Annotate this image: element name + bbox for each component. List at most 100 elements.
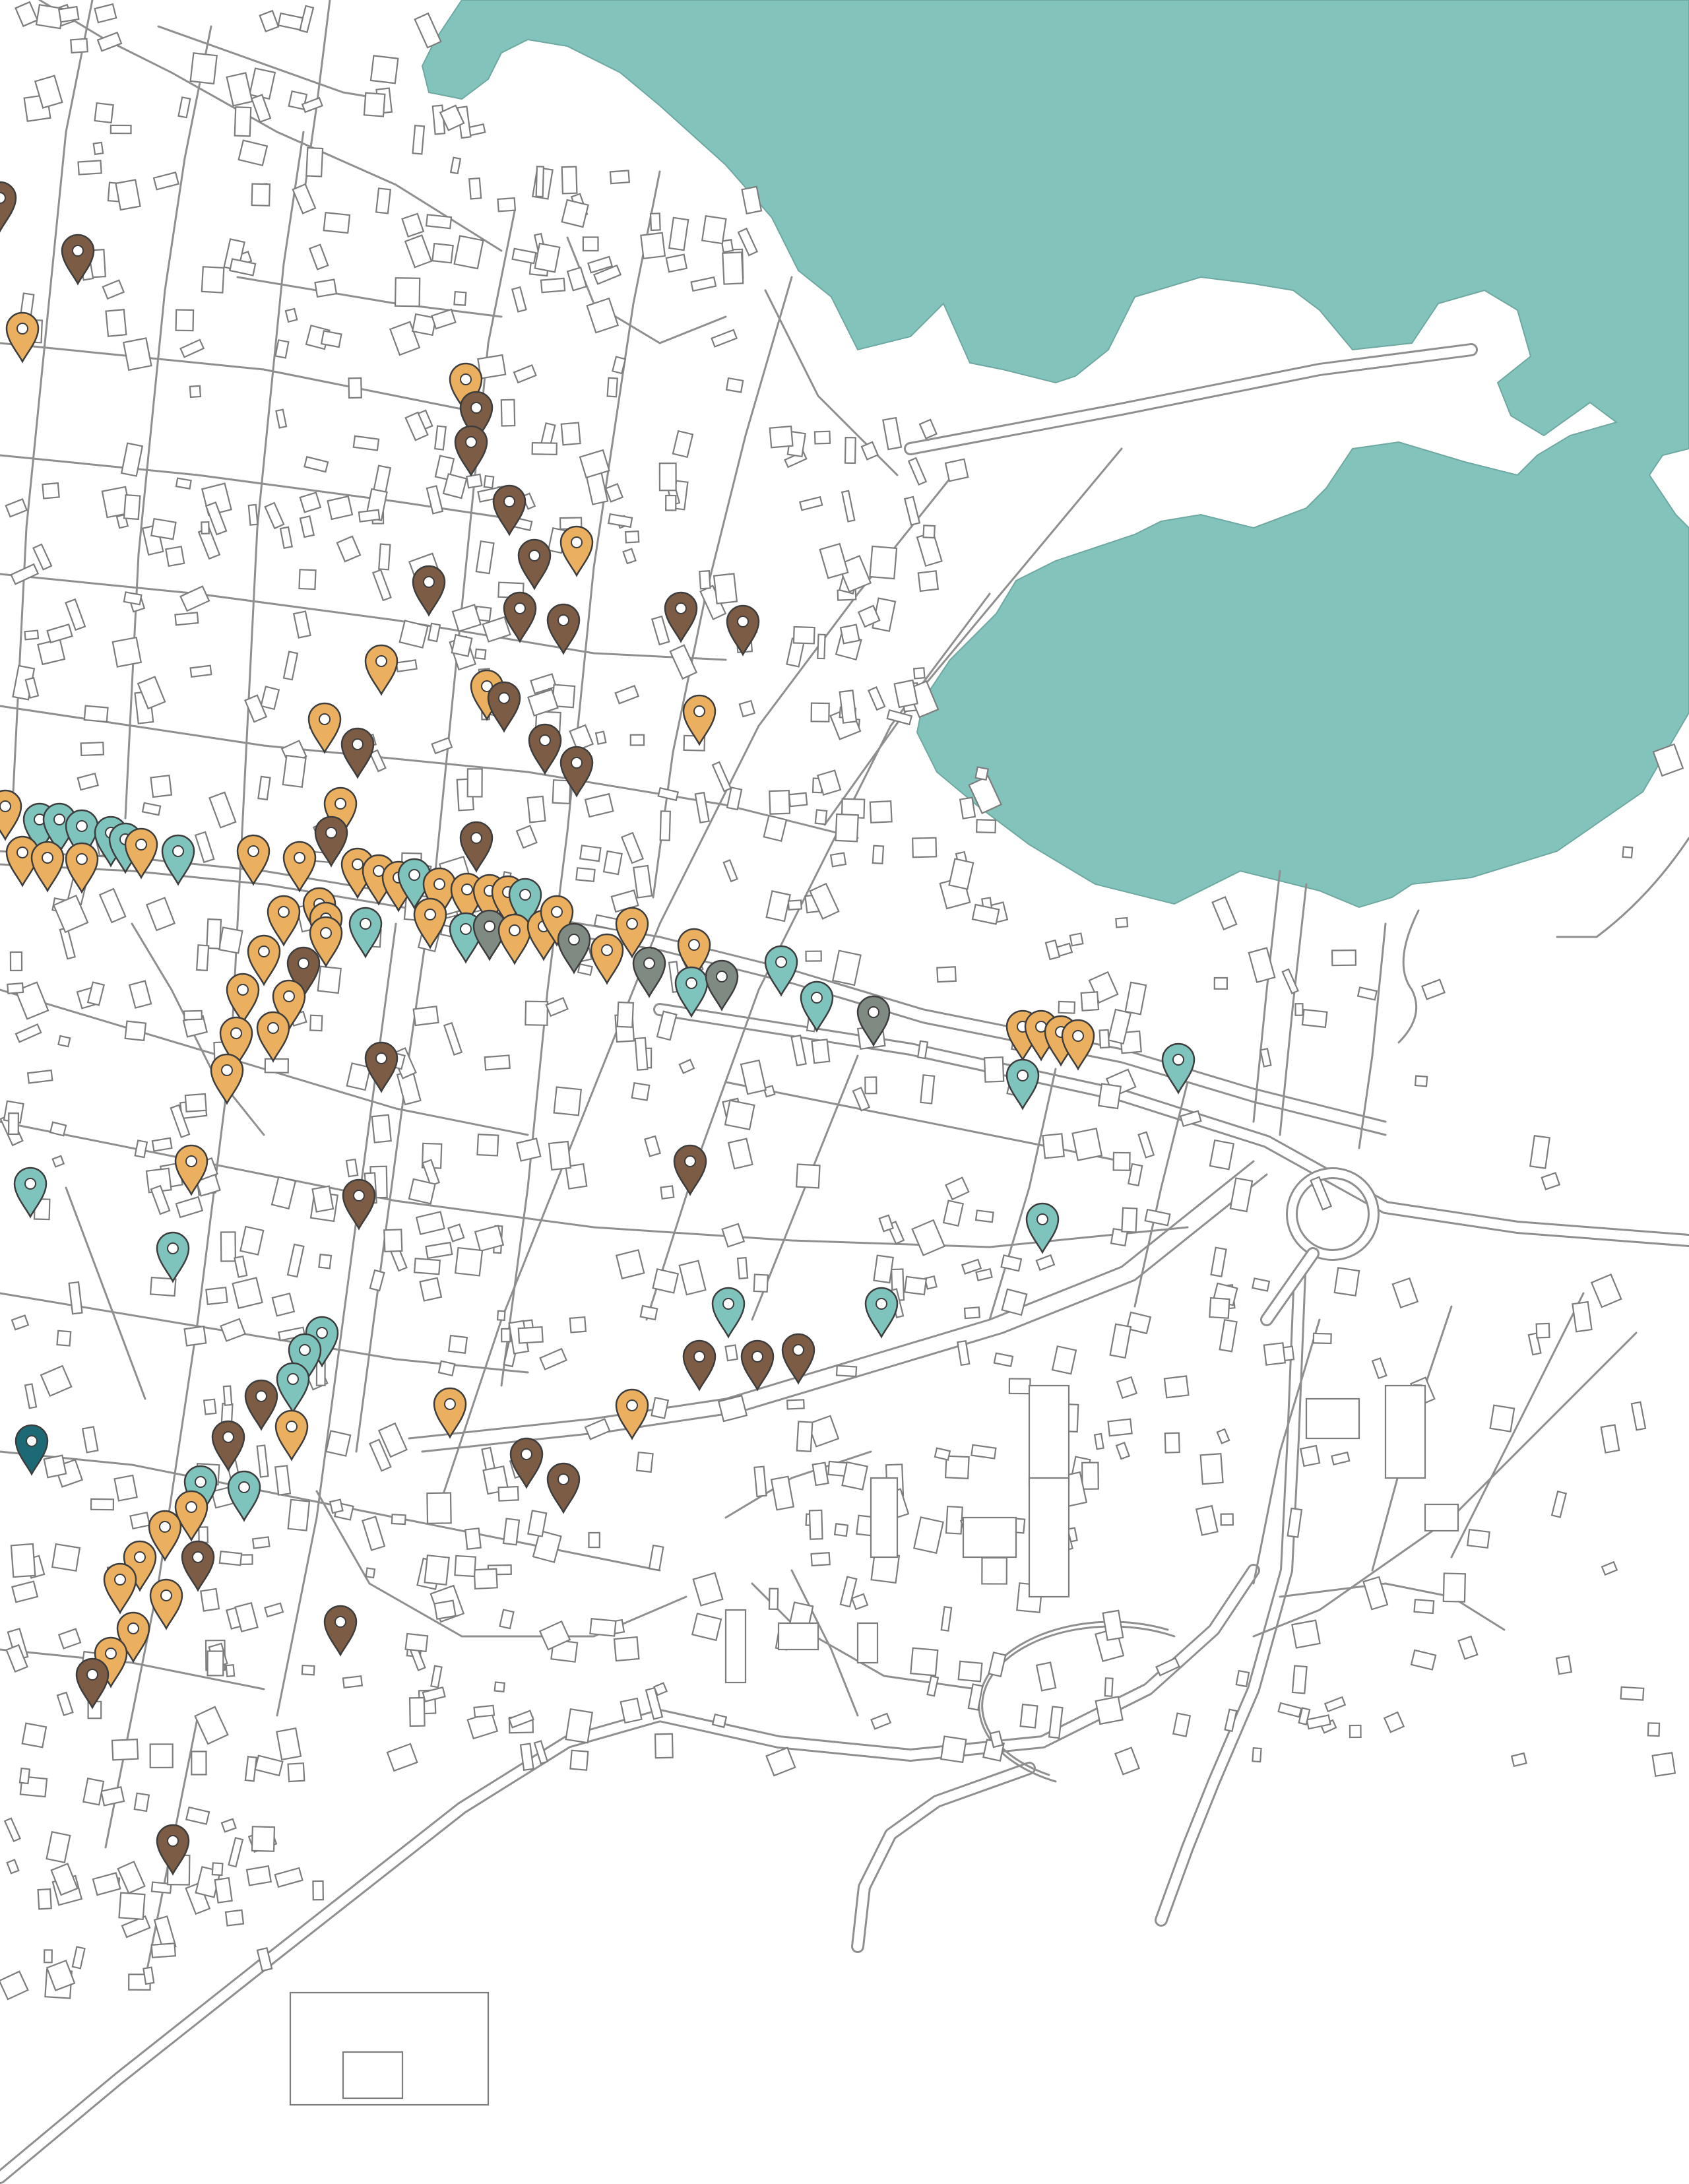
map-marker-dot: [247, 845, 259, 857]
map-marker-dot: [461, 883, 473, 895]
building: [1199, 1452, 1224, 1485]
building: [21, 1722, 48, 1749]
map-marker-dot: [135, 839, 147, 851]
building: [665, 253, 688, 273]
map-marker-dot: [519, 889, 531, 901]
building: [1489, 1404, 1515, 1432]
building: [582, 236, 599, 252]
building: [468, 177, 482, 200]
building: [476, 1134, 499, 1157]
building: [150, 517, 177, 540]
building: [466, 473, 483, 489]
building: [1028, 1384, 1070, 1486]
building: [701, 214, 727, 245]
map-marker-dot: [278, 906, 290, 918]
map-marker-dot: [195, 1476, 207, 1488]
map-marker-dot: [1017, 1070, 1029, 1081]
map-marker-dot: [353, 1190, 365, 1202]
map-marker-dot: [688, 939, 700, 951]
building: [327, 495, 354, 521]
building: [912, 837, 938, 858]
building: [1235, 1669, 1250, 1688]
building: [1104, 1677, 1114, 1697]
building: [769, 789, 791, 815]
map-marker-dot: [134, 1551, 146, 1563]
building: [500, 399, 516, 427]
map-marker-dot: [286, 1421, 298, 1432]
building: [1001, 1288, 1028, 1316]
building: [305, 146, 324, 177]
building: [616, 1001, 635, 1028]
map-canvas[interactable]: [0, 0, 1689, 2184]
building: [633, 864, 653, 899]
building: [1115, 916, 1129, 928]
map-marker-dot: [675, 602, 687, 614]
building: [318, 1253, 333, 1269]
building: [971, 1444, 997, 1460]
building: [1291, 1619, 1321, 1649]
map-marker-dot: [460, 923, 472, 935]
map-marker-dot: [423, 576, 435, 588]
building: [317, 965, 342, 994]
building: [660, 1185, 675, 1200]
building: [395, 659, 418, 673]
building: [371, 1114, 392, 1143]
building: [325, 1430, 352, 1457]
map-marker-dot: [571, 536, 583, 548]
building: [839, 624, 860, 645]
building: [869, 800, 893, 823]
building: [484, 1054, 511, 1071]
building: [49, 1121, 67, 1137]
map-marker-dot: [335, 1616, 346, 1628]
building: [383, 1229, 403, 1252]
map-marker-dot: [316, 1327, 328, 1339]
building: [579, 845, 602, 862]
building: [437, 1360, 456, 1376]
map-marker-dot: [558, 614, 569, 626]
building: [18, 1767, 31, 1785]
map-marker-dot: [24, 1178, 36, 1190]
map-marker-dot: [375, 655, 387, 667]
building: [910, 1647, 939, 1677]
map-marker-dot: [792, 1344, 804, 1356]
building: [77, 160, 102, 176]
map-marker-dot: [558, 1473, 569, 1485]
map-marker-dot: [685, 977, 697, 989]
map-marker-dot: [811, 992, 823, 1004]
building: [363, 92, 386, 117]
building: [309, 1014, 323, 1032]
map-marker-dot: [737, 616, 749, 627]
building: [404, 1632, 429, 1653]
building: [974, 766, 989, 781]
map-marker-dot: [722, 1298, 734, 1310]
building: [569, 1749, 589, 1771]
building: [841, 1461, 868, 1491]
building: [768, 1588, 779, 1611]
building: [150, 1943, 177, 1958]
building: [588, 1531, 600, 1549]
building: [534, 242, 561, 273]
map-marker-dot: [86, 1669, 98, 1681]
building: [525, 1000, 549, 1026]
building: [37, 1888, 52, 1910]
building: [835, 1365, 858, 1378]
map-marker-dot: [192, 1551, 204, 1563]
map-marker-dot: [160, 1590, 172, 1601]
map-marker-dot: [521, 1448, 532, 1460]
building: [10, 1543, 36, 1578]
building: [560, 422, 581, 446]
building: [378, 543, 391, 571]
building: [957, 1660, 983, 1683]
map-marker-dot: [127, 1622, 139, 1634]
building: [659, 810, 672, 841]
building: [424, 1554, 450, 1586]
building: [1028, 1477, 1070, 1598]
building: [1333, 1267, 1360, 1297]
map-marker-dot: [601, 944, 613, 956]
building: [631, 1081, 651, 1101]
map-marker-dot: [159, 1521, 171, 1533]
building: [433, 1599, 457, 1621]
map-marker-dot: [424, 909, 436, 920]
map-marker-dot: [433, 878, 445, 890]
building: [1252, 1277, 1271, 1292]
